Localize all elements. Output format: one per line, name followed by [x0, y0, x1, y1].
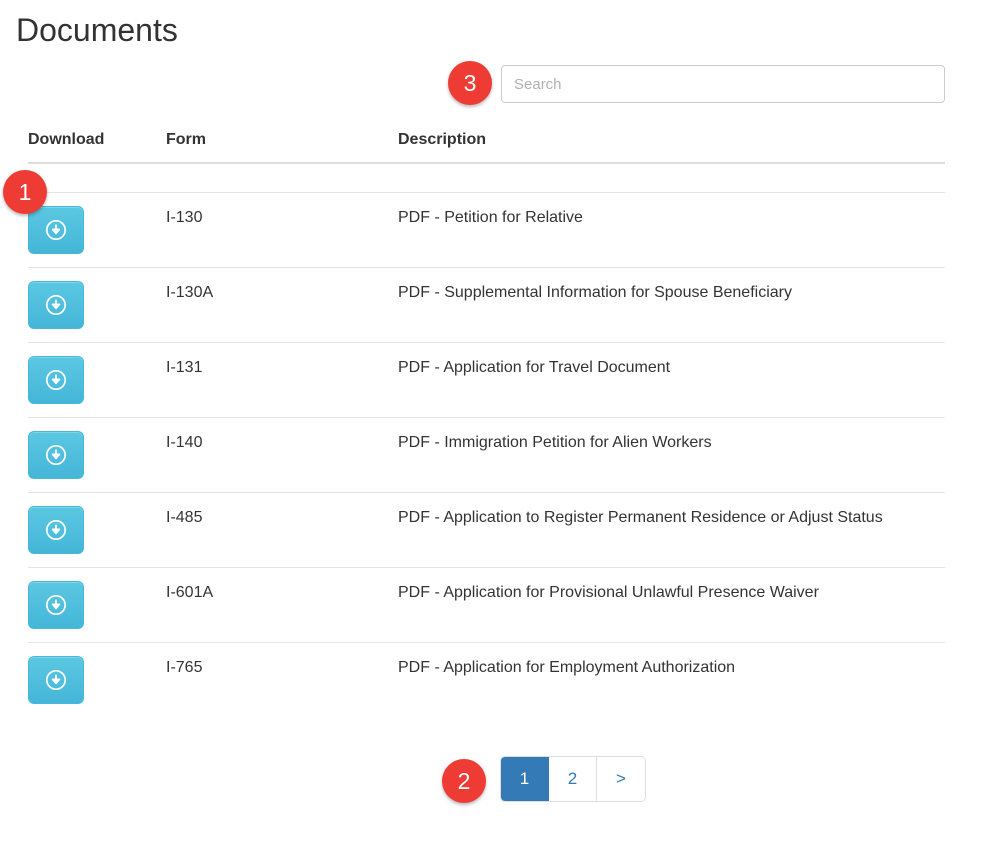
download-button[interactable]: [28, 431, 84, 479]
table-row: I-485 PDF - Application to Register Perma…: [28, 492, 945, 568]
download-cell: [28, 417, 166, 493]
table-row: I-131 PDF - Application for Travel Docume…: [28, 342, 945, 418]
column-header-form: Form: [166, 131, 398, 164]
form-cell: I-130A: [166, 267, 398, 343]
column-header-description: Description: [398, 131, 945, 164]
download-circle-icon: [29, 368, 83, 392]
search-row: [0, 63, 1008, 105]
download-cell: [28, 342, 166, 418]
form-cell: I-131: [166, 342, 398, 418]
download-cell: [28, 492, 166, 568]
table-header-row: Download Form Description: [28, 131, 945, 164]
table-body: I-130 PDF - Petition for Relative I-130A PD…: [28, 163, 945, 717]
search-input[interactable]: [501, 65, 945, 103]
documents-table: Download Form Description I-130 PDF - Pet…: [28, 131, 945, 717]
description-cell: PDF - Application for Employment Authori…: [398, 642, 945, 717]
table-row: I-140 PDF - Immigration Petition for Alie…: [28, 417, 945, 493]
pagination-item-2[interactable]: 2: [549, 757, 597, 801]
download-button[interactable]: [28, 281, 84, 329]
annotation-badge-1: 1: [3, 170, 47, 214]
download-circle-icon: [29, 518, 83, 542]
download-circle-icon: [29, 443, 83, 467]
download-cell: [28, 567, 166, 643]
download-button[interactable]: [28, 506, 84, 554]
annotation-badge-2: 2: [442, 759, 486, 803]
download-cell: [28, 192, 166, 268]
page-title: Documents: [16, 12, 178, 48]
form-cell: I-765: [166, 642, 398, 717]
description-cell: PDF - Application for Travel Document: [398, 342, 945, 418]
table-row: I-130 PDF - Petition for Relative: [28, 192, 945, 268]
form-cell: I-130: [166, 192, 398, 268]
download-circle-icon: [29, 293, 83, 317]
table-row: I-765 PDF - Application for Employment Au…: [28, 642, 945, 717]
pagination-item-1[interactable]: 1: [501, 757, 549, 801]
form-cell: I-601A: [166, 567, 398, 643]
download-cell: [28, 642, 166, 717]
download-cell: [28, 267, 166, 343]
description-cell: PDF - Supplemental Information for Spous…: [398, 267, 945, 343]
table-row: I-130A PDF - Supplemental Information for…: [28, 267, 945, 343]
description-cell: PDF - Application to Register Permanent …: [398, 492, 945, 568]
form-cell: I-140: [166, 417, 398, 493]
download-circle-icon: [29, 593, 83, 617]
download-button[interactable]: [28, 356, 84, 404]
download-button[interactable]: [28, 206, 84, 254]
form-cell: I-485: [166, 492, 398, 568]
description-cell: PDF - Application for Provisional Unlawf…: [398, 567, 945, 643]
annotation-badge-3: 3: [448, 61, 492, 105]
download-circle-icon: [29, 218, 83, 242]
table-row: I-601A PDF - Application for Provisional …: [28, 567, 945, 643]
description-cell: PDF - Immigration Petition for Alien Wor…: [398, 417, 945, 493]
download-circle-icon: [29, 668, 83, 692]
download-button[interactable]: [28, 581, 84, 629]
column-header-download: Download: [28, 131, 166, 164]
description-cell: PDF - Petition for Relative: [398, 192, 945, 268]
download-button[interactable]: [28, 656, 84, 704]
pagination[interactable]: 1 2 >: [501, 757, 645, 801]
table-spacer-row: [28, 163, 945, 193]
pagination-item-next[interactable]: >: [597, 757, 645, 801]
